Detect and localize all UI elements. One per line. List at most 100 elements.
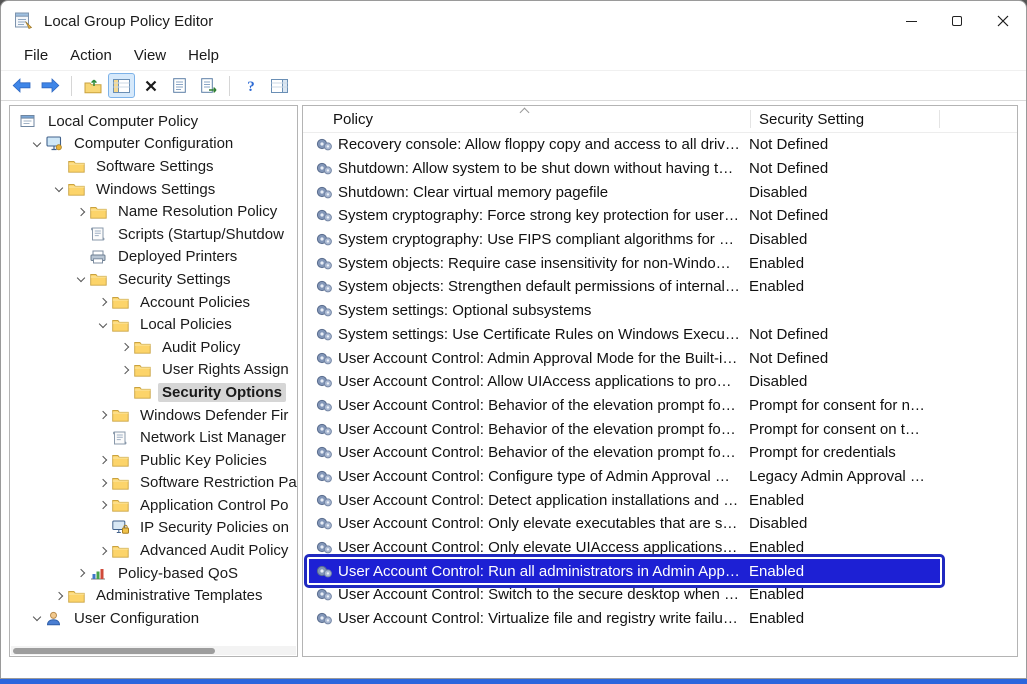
policy-row[interactable]: User Account Control: Only elevate UIAcc…: [309, 536, 940, 560]
chevron-right-icon[interactable]: [116, 367, 134, 373]
column-header-policy[interactable]: Policy: [309, 111, 750, 128]
tree-item-ip-security-policies-on[interactable]: IP Security Policies on: [10, 517, 297, 540]
tree-item-software-settings[interactable]: Software Settings: [10, 155, 297, 178]
tree-item-security-settings[interactable]: Security Settings: [10, 268, 297, 291]
policy-row[interactable]: User Account Control: Behavior of the el…: [309, 417, 940, 441]
policy-row[interactable]: User Account Control: Detect application…: [309, 488, 940, 512]
folder-icon: [68, 589, 86, 603]
chevron-right-icon[interactable]: [72, 570, 90, 576]
tree-item-local-computer-policy[interactable]: Local Computer Policy: [10, 110, 297, 133]
tree-item-account-policies[interactable]: Account Policies: [10, 291, 297, 314]
chevron-right-icon[interactable]: [94, 548, 112, 554]
tree-item-computer-configuration[interactable]: Computer Configuration: [10, 133, 297, 156]
policy-row[interactable]: System settings: Optional subsystems: [309, 299, 940, 323]
policy-row[interactable]: Recovery console: Allow floppy copy and …: [309, 133, 940, 157]
chevron-right-icon[interactable]: [94, 480, 112, 486]
tree-horizontal-scrollbar[interactable]: [11, 646, 296, 655]
policy-name: User Account Control: Behavior of the el…: [338, 444, 740, 461]
policy-row[interactable]: User Account Control: Run all administra…: [309, 559, 940, 583]
policy-icon: [316, 374, 338, 389]
column-header-security-setting[interactable]: Security Setting: [750, 110, 940, 128]
export-list-icon: [201, 78, 217, 93]
tree-item-user-configuration[interactable]: User Configuration: [10, 607, 297, 630]
console-tree: Local Computer PolicyComputer Configurat…: [10, 110, 297, 630]
policy-row[interactable]: User Account Control: Only elevate execu…: [309, 512, 940, 536]
chevron-down-icon[interactable]: [50, 187, 68, 191]
console-tree-icon: [113, 79, 130, 93]
tree-item-name-resolution-policy[interactable]: Name Resolution Policy: [10, 200, 297, 223]
chevron-down-icon[interactable]: [72, 277, 90, 281]
properties-button[interactable]: [166, 73, 193, 98]
chevron-down-icon[interactable]: [28, 142, 46, 146]
tree-item-audit-policy[interactable]: Audit Policy: [10, 336, 297, 359]
chevron-down-icon[interactable]: [94, 323, 112, 327]
minimize-button[interactable]: [888, 1, 934, 41]
chevron-right-icon[interactable]: [116, 344, 134, 350]
delete-x-icon: [145, 80, 157, 92]
policy-row[interactable]: User Account Control: Allow UIAccess app…: [309, 370, 940, 394]
policy-icon: [316, 422, 338, 437]
policy-row[interactable]: User Account Control: Configure type of …: [309, 465, 940, 489]
export-list-button[interactable]: [195, 73, 222, 98]
maximize-button[interactable]: [934, 1, 980, 41]
delete-button[interactable]: [137, 73, 164, 98]
tree-item-security-options[interactable]: Security Options: [10, 381, 297, 404]
tree-item-application-control-po[interactable]: Application Control Po: [10, 494, 297, 517]
policy-row[interactable]: System cryptography: Force strong key pr…: [309, 204, 940, 228]
tree-item-policy-based-qos[interactable]: Policy-based QoS: [10, 562, 297, 585]
tree-item-software-restriction-pa[interactable]: Software Restriction Pa: [10, 472, 297, 495]
tree-item-label: Audit Policy: [158, 338, 244, 357]
chevron-right-icon[interactable]: [94, 299, 112, 305]
tree-item-label: Windows Defender Fir: [136, 406, 292, 425]
tree-item-deployed-printers[interactable]: Deployed Printers: [10, 246, 297, 269]
policy-row[interactable]: Shutdown: Clear virtual memory pagefileD…: [309, 180, 940, 204]
chevron-right-icon[interactable]: [94, 457, 112, 463]
show-console-tree-button[interactable]: [108, 73, 135, 98]
policy-row[interactable]: User Account Control: Virtualize file an…: [309, 607, 940, 631]
tree-item-user-rights-assign[interactable]: User Rights Assign: [10, 359, 297, 382]
chevron-right-icon[interactable]: [94, 412, 112, 418]
policy-row[interactable]: System objects: Strengthen default permi…: [309, 275, 940, 299]
tree-item-windows-settings[interactable]: Windows Settings: [10, 178, 297, 201]
tree-item-windows-defender-fir[interactable]: Windows Defender Fir: [10, 404, 297, 427]
tree-item-administrative-templates[interactable]: Administrative Templates: [10, 584, 297, 607]
chevron-right-icon[interactable]: [72, 209, 90, 215]
chevron-right-icon[interactable]: [94, 502, 112, 508]
security-setting: Enabled: [740, 586, 940, 603]
policy-row[interactable]: User Account Control: Behavior of the el…: [309, 441, 940, 465]
back-arrow-icon: [12, 78, 31, 93]
chevron-down-icon[interactable]: [28, 616, 46, 620]
up-one-level-button[interactable]: [79, 73, 106, 98]
policy-row[interactable]: User Account Control: Admin Approval Mod…: [309, 346, 940, 370]
policy-icon: [316, 303, 338, 318]
chevron-right-icon[interactable]: [50, 593, 68, 599]
forward-button[interactable]: [37, 73, 64, 98]
menu-help[interactable]: Help: [177, 44, 230, 67]
tree-item-scripts-startup-shutdow[interactable]: Scripts (Startup/Shutdow: [10, 223, 297, 246]
show-action-pane-button[interactable]: [266, 73, 293, 98]
tree-item-public-key-policies[interactable]: Public Key Policies: [10, 449, 297, 472]
back-button[interactable]: [8, 73, 35, 98]
policy-name: System objects: Strengthen default permi…: [338, 278, 740, 295]
security-setting: Disabled: [740, 184, 940, 201]
tree-item-label: Software Settings: [92, 157, 218, 176]
policy-row[interactable]: User Account Control: Switch to the secu…: [309, 583, 940, 607]
tree-item-label: Local Policies: [136, 315, 236, 334]
scrollbar-thumb[interactable]: [13, 648, 215, 654]
policy-row[interactable]: System settings: Use Certificate Rules o…: [309, 323, 940, 347]
policy-row[interactable]: User Account Control: Behavior of the el…: [309, 394, 940, 418]
tree-item-local-policies[interactable]: Local Policies: [10, 313, 297, 336]
policy-icon: [316, 469, 338, 484]
toolbar-separator: [71, 76, 72, 96]
policy-row[interactable]: System objects: Require case insensitivi…: [309, 251, 940, 275]
help-button[interactable]: ?: [237, 73, 264, 98]
tree-item-network-list-manager[interactable]: Network List Manager: [10, 426, 297, 449]
tree-item-advanced-audit-policy[interactable]: Advanced Audit Policy: [10, 539, 297, 562]
policy-name: User Account Control: Admin Approval Mod…: [338, 350, 740, 367]
policy-row[interactable]: Shutdown: Allow system to be shut down w…: [309, 157, 940, 181]
policy-row[interactable]: System cryptography: Use FIPS compliant …: [309, 228, 940, 252]
menu-action[interactable]: Action: [59, 44, 123, 67]
menu-file[interactable]: File: [13, 44, 59, 67]
close-button[interactable]: [980, 1, 1026, 41]
menu-view[interactable]: View: [123, 44, 177, 67]
